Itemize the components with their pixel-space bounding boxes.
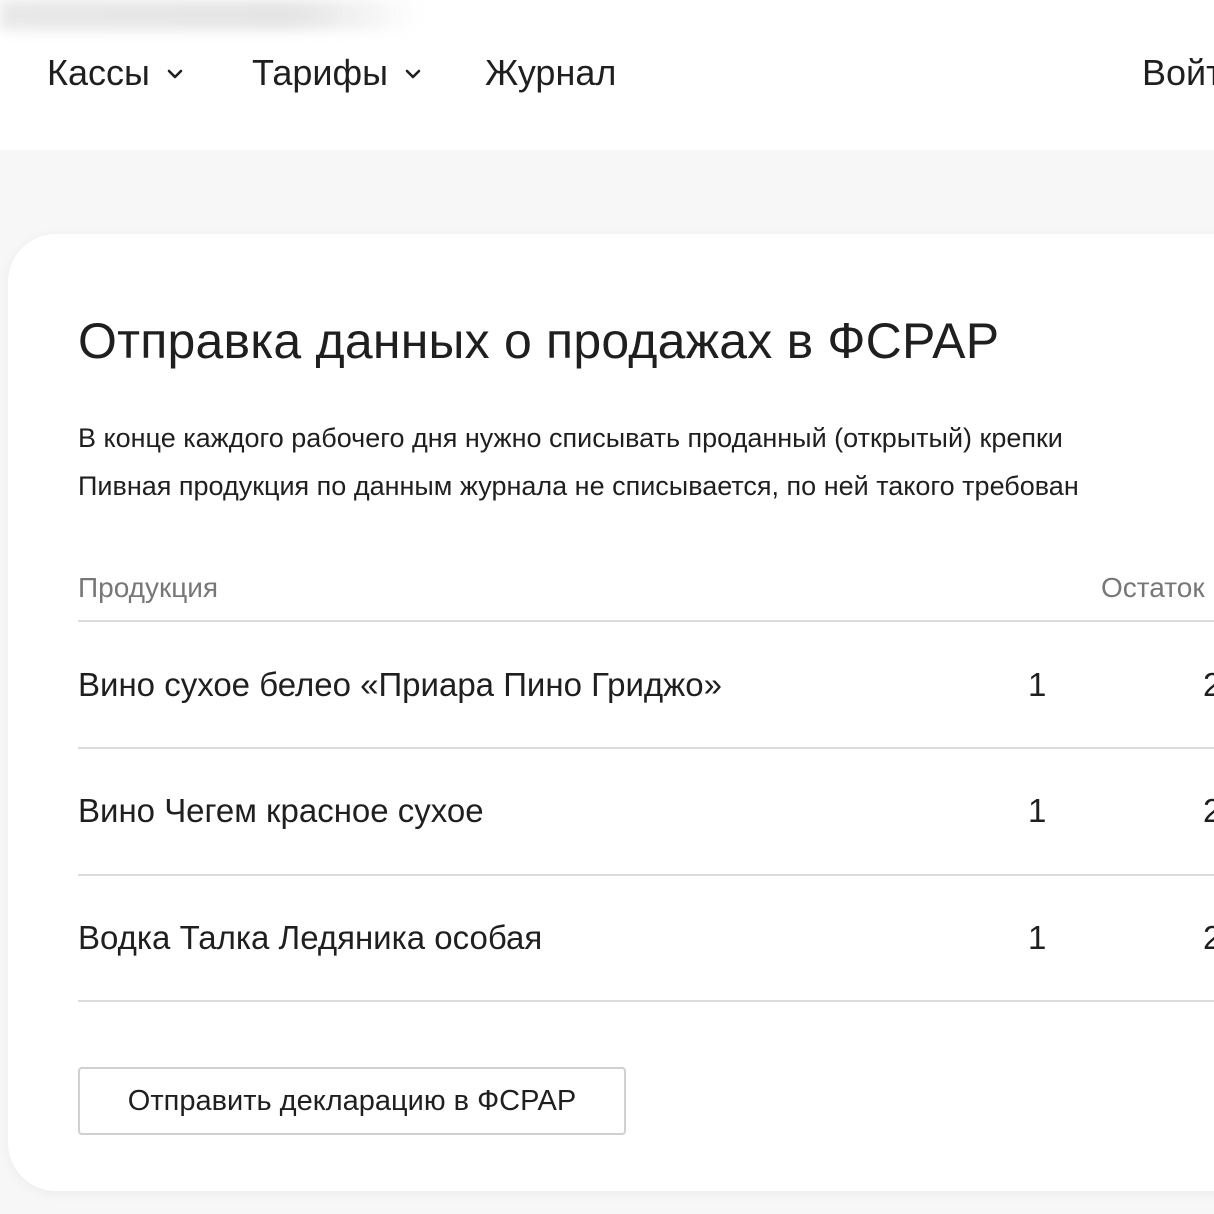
product-remainder: 2 (1203, 792, 1214, 829)
send-declaration-button[interactable]: Отправить декларацию в ФСРАР (78, 1067, 626, 1135)
row-divider (78, 1000, 1214, 1002)
description-line: Пивная продукция по данным журнала не сп… (78, 471, 1079, 501)
nav-item-label: Тарифы (252, 52, 389, 93)
product-name: Вино сухое белео «Приара Пино Гриджо» (78, 666, 722, 703)
header-shadow-decoration (0, 0, 420, 30)
product-remainder: 2 (1203, 666, 1214, 703)
product-remainder: 2 (1203, 919, 1214, 956)
description-line: В конце каждого рабочего дня нужно списы… (78, 423, 1063, 453)
product-name: Вино Чегем красное сухое (78, 792, 484, 829)
table-header-divider (78, 620, 1214, 622)
page-title: Отправка данных о продажах в ФСРАР (78, 313, 1000, 369)
product-name: Водка Талка Ледяника особая (78, 919, 543, 956)
product-qty: 1 (1028, 919, 1047, 956)
product-qty: 1 (1028, 792, 1047, 829)
login-link[interactable]: Войт (1142, 50, 1214, 96)
row-divider (78, 747, 1214, 749)
nav-item-tarify[interactable]: Тарифы (252, 50, 422, 96)
row-divider (78, 874, 1214, 876)
nav-item-label: Журнал (485, 52, 617, 93)
nav-item-label: Кассы (47, 52, 150, 93)
column-header-remainder: Остаток (1101, 572, 1205, 603)
nav-item-kassy[interactable]: Кассы (47, 50, 184, 96)
top-navigation: Кассы Тарифы Журнал Войт (0, 0, 1214, 150)
chevron-down-icon (405, 69, 421, 79)
nav-item-zhurnal[interactable]: Журнал (485, 50, 616, 96)
fsrar-card (8, 234, 1214, 1191)
chevron-down-icon (167, 69, 183, 79)
login-label: Войт (1142, 52, 1214, 93)
product-qty: 1 (1028, 666, 1047, 703)
column-header-product: Продукция (78, 572, 219, 603)
